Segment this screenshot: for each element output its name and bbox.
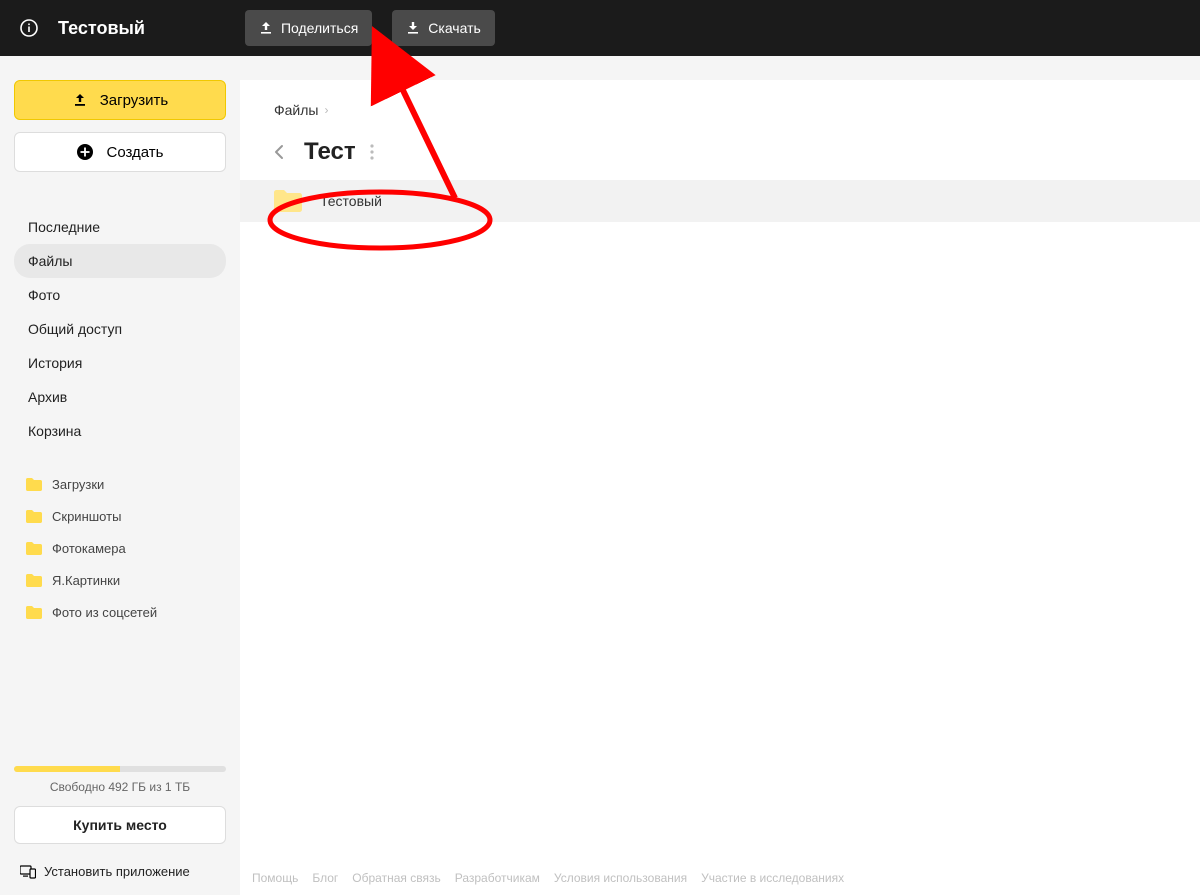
nav-item-label: История bbox=[28, 355, 82, 371]
footer-link[interactable]: Разработчикам bbox=[455, 871, 540, 885]
topbar: Тестовый Поделиться Скачать bbox=[0, 0, 1200, 56]
upload-button-label: Загрузить bbox=[100, 92, 169, 109]
upload-icon bbox=[72, 92, 88, 108]
sidebar-folders: Загрузки Скриншоты Фотокамера Я.Картинки… bbox=[14, 468, 226, 628]
nav-item-label: Общий доступ bbox=[28, 321, 122, 337]
nav-item-label: Корзина bbox=[28, 423, 81, 439]
footer-link[interactable]: Обратная связь bbox=[352, 871, 440, 885]
download-button[interactable]: Скачать bbox=[392, 10, 495, 46]
create-button-label: Создать bbox=[106, 144, 163, 161]
sidebar-folder[interactable]: Я.Картинки bbox=[14, 564, 226, 596]
footer-link[interactable]: Помощь bbox=[252, 871, 298, 885]
storage-text: Свободно 492 ГБ из 1 ТБ bbox=[14, 780, 226, 794]
devices-icon bbox=[20, 865, 36, 879]
sidebar-folder[interactable]: Скриншоты bbox=[14, 500, 226, 532]
folder-icon bbox=[26, 542, 42, 555]
nav-item-files[interactable]: Файлы bbox=[14, 244, 226, 278]
nav-item-label: Фото bbox=[28, 287, 60, 303]
upload-button[interactable]: Загрузить bbox=[14, 80, 226, 120]
share-icon bbox=[259, 21, 273, 35]
nav-item-archive[interactable]: Архив bbox=[14, 380, 226, 414]
file-name: Тестовый bbox=[320, 193, 382, 209]
install-app-label: Установить приложение bbox=[44, 864, 190, 879]
sidebar: Загрузить Создать Последние Файлы Фото О… bbox=[0, 56, 240, 895]
folder-icon bbox=[26, 510, 42, 523]
footer-link[interactable]: Участие в исследованиях bbox=[701, 871, 844, 885]
nav-item-shared[interactable]: Общий доступ bbox=[14, 312, 226, 346]
download-icon bbox=[406, 21, 420, 35]
share-button[interactable]: Поделиться bbox=[245, 10, 372, 46]
share-button-label: Поделиться bbox=[281, 20, 358, 36]
back-arrow-icon[interactable] bbox=[270, 142, 290, 162]
sidebar-folder-label: Скриншоты bbox=[52, 509, 121, 524]
breadcrumb-root[interactable]: Файлы bbox=[274, 102, 318, 118]
sidebar-nav: Последние Файлы Фото Общий доступ Истори… bbox=[14, 210, 226, 448]
sidebar-folder-label: Я.Картинки bbox=[52, 573, 120, 588]
nav-item-trash[interactable]: Корзина bbox=[14, 414, 226, 448]
nav-item-recent[interactable]: Последние bbox=[14, 210, 226, 244]
folder-icon bbox=[26, 574, 42, 587]
sidebar-folder-label: Фотокамера bbox=[52, 541, 126, 556]
page-title: Тестовый bbox=[58, 18, 145, 39]
breadcrumb: Файлы › bbox=[240, 102, 1200, 118]
sidebar-folder-label: Загрузки bbox=[52, 477, 104, 492]
download-button-label: Скачать bbox=[428, 20, 481, 36]
plus-circle-icon bbox=[76, 143, 94, 161]
nav-item-label: Последние bbox=[28, 219, 100, 235]
sidebar-folder[interactable]: Фото из соцсетей bbox=[14, 596, 226, 628]
nav-item-label: Архив bbox=[28, 389, 67, 405]
folder-icon bbox=[26, 606, 42, 619]
nav-item-history[interactable]: История bbox=[14, 346, 226, 380]
info-icon[interactable] bbox=[20, 19, 38, 37]
sidebar-folder[interactable]: Фотокамера bbox=[14, 532, 226, 564]
footer-link[interactable]: Условия использования bbox=[554, 871, 687, 885]
create-button[interactable]: Создать bbox=[14, 132, 226, 172]
chevron-right-icon: › bbox=[324, 103, 328, 117]
buy-storage-button[interactable]: Купить место bbox=[14, 806, 226, 844]
sidebar-folder-label: Фото из соцсетей bbox=[52, 605, 157, 620]
nav-item-label: Файлы bbox=[28, 253, 72, 269]
buy-storage-label: Купить место bbox=[73, 817, 167, 833]
file-row[interactable]: Тестовый bbox=[240, 180, 1200, 222]
content-area: Файлы › Тест Тестовый Помощь Блог Обратн… bbox=[240, 80, 1200, 895]
footer-links: Помощь Блог Обратная связь Разработчикам… bbox=[252, 865, 1200, 891]
more-options-icon[interactable] bbox=[370, 144, 374, 160]
nav-item-photos[interactable]: Фото bbox=[14, 278, 226, 312]
sidebar-folder[interactable]: Загрузки bbox=[14, 468, 226, 500]
install-app-link[interactable]: Установить приложение bbox=[14, 858, 226, 885]
folder-icon bbox=[26, 478, 42, 491]
storage-progress bbox=[14, 766, 226, 772]
heading-row: Тест bbox=[240, 138, 1200, 166]
folder-icon bbox=[274, 190, 302, 212]
folder-heading: Тест bbox=[304, 138, 356, 166]
footer-link[interactable]: Блог bbox=[312, 871, 338, 885]
